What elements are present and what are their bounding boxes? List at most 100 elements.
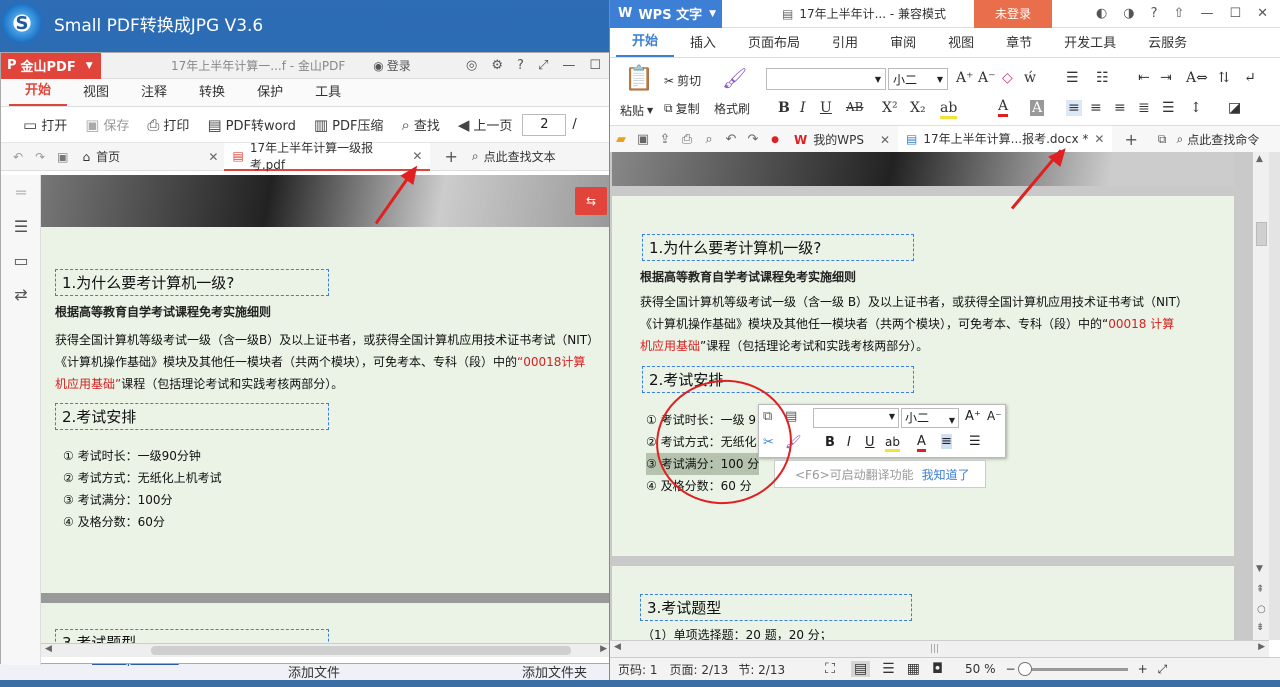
clear-format-icon[interactable]: ◇ [1002, 70, 1013, 86]
line-spacing-icon[interactable]: ☰ [969, 434, 981, 449]
decrease-indent-icon[interactable]: ⇤ [1138, 70, 1150, 86]
sort-icon[interactable]: ⇅ [1218, 70, 1230, 86]
minimize-icon[interactable]: — [1200, 6, 1213, 21]
prev-page-button[interactable]: ◀ 上一页 [450, 115, 521, 135]
char-shading-icon[interactable]: A [1030, 100, 1045, 116]
scroll-thumb[interactable] [151, 646, 571, 655]
subscript-icon[interactable]: X₂ [910, 100, 926, 116]
export-pdf-icon[interactable]: ⇪ [654, 132, 676, 147]
find-button[interactable]: ⌕ 查找 [393, 115, 447, 135]
save-small-icon[interactable]: ▣ [51, 150, 74, 164]
bullet-list-icon[interactable]: ☰ [1066, 70, 1079, 86]
kpdf-tab-protect[interactable]: 保护 [241, 81, 299, 106]
open-icon[interactable]: ▰ [610, 132, 632, 147]
page-number-input[interactable]: 2 [522, 113, 567, 136]
kpdf-tab-start[interactable]: 开始 [9, 79, 68, 106]
strikethrough-icon[interactable]: AB [846, 100, 863, 114]
feedback-icon[interactable]: ◑ [1123, 6, 1134, 21]
shrink-font-icon[interactable]: A⁻ [978, 70, 996, 86]
wps-vertical-scrollbar[interactable]: ▲ ▼ ⇞ ○ ⇟ [1252, 152, 1269, 640]
wps-tab-chapter[interactable]: 章节 [990, 32, 1048, 57]
zoom-slider[interactable] [1017, 661, 1128, 676]
kpdf-tab-view[interactable]: 视图 [67, 81, 125, 106]
mini-font-size-select[interactable]: 小二 ▼ [901, 408, 959, 428]
wps-tab-insert[interactable]: 插入 [674, 32, 732, 57]
zoom-out-icon[interactable]: − [1006, 662, 1016, 676]
maximize-icon[interactable]: ☐ [1229, 6, 1241, 21]
distribute-icon[interactable]: ☰ [1162, 100, 1175, 116]
scroll-right-icon[interactable]: ▶ [1258, 642, 1265, 652]
show-marks-icon[interactable]: ↵ [1244, 70, 1256, 86]
wps-tab-start[interactable]: 开始 [616, 30, 675, 57]
font-color-icon[interactable]: A [998, 98, 1009, 117]
skin-icon[interactable]: ◐ [1096, 6, 1107, 21]
redo-icon[interactable]: ↷ [742, 132, 764, 147]
pdf-to-word-button[interactable]: ▤ PDF转word [199, 115, 303, 135]
close-icon[interactable]: ✕ [1094, 132, 1104, 146]
outline-view-icon[interactable]: ☰ [882, 661, 895, 677]
thumbnail-icon[interactable]: ▭ [1, 243, 41, 277]
close-icon[interactable]: ✕ [208, 150, 218, 164]
command-search[interactable]: ⌕ 点此查找命令 [1176, 131, 1259, 148]
outline-icon[interactable]: ☰ [1, 209, 41, 243]
open-button[interactable]: ▭ 打开 [15, 115, 75, 135]
wps-tab-view[interactable]: 视图 [932, 32, 990, 57]
page-view-icon[interactable]: ▤ [850, 661, 871, 677]
tab-list-icon[interactable]: ⧉ [1158, 132, 1167, 147]
align-left-icon[interactable]: ≡ [1066, 100, 1082, 116]
scroll-left-icon[interactable]: ◀ [614, 642, 621, 652]
fullscreen-icon[interactable]: ⤢ [538, 58, 548, 73]
more-icon[interactable]: ● [764, 135, 786, 145]
undo-icon[interactable]: ↶ [1, 150, 29, 164]
wps-tab-cloud[interactable]: 云服务 [1132, 32, 1203, 57]
wps-tab-review[interactable]: 审阅 [874, 32, 932, 57]
scroll-right-icon[interactable]: ▶ [600, 644, 607, 654]
pdf-compress-button[interactable]: ▥ PDF压缩 [306, 115, 392, 135]
document-page-2[interactable]: 3.考试题型 （1）单项选择题：20 题，20 分； [612, 566, 1234, 640]
underline-icon[interactable]: U [820, 100, 832, 116]
print-icon[interactable]: ⎙ [676, 132, 698, 147]
justify-icon[interactable]: ≣ [1138, 100, 1150, 116]
scroll-up-icon[interactable]: ▲ [1256, 154, 1263, 164]
shrink-font-icon[interactable]: A⁻ [987, 409, 1002, 423]
font-color-icon[interactable]: A [917, 434, 926, 452]
close-icon[interactable]: ✕ [412, 149, 422, 163]
scroll-grip-icon[interactable]: ||| [930, 644, 939, 654]
prev-page-icon[interactable]: ⇞ [1256, 584, 1264, 595]
find-text-search[interactable]: ⌕ 点此查找文本 [472, 148, 556, 165]
upload-icon[interactable]: ⇧ [1174, 6, 1185, 21]
fit-window-icon[interactable]: ⤢ [1158, 662, 1168, 677]
eye-protect-icon[interactable]: ◘ [932, 661, 943, 677]
minimize-icon[interactable]: — [562, 58, 575, 73]
preview-icon[interactable]: ⌕ [698, 132, 720, 147]
kpdf-tab-convert[interactable]: 转换 [183, 81, 241, 106]
skin-icon[interactable]: ◎ [466, 58, 477, 73]
new-tab-icon[interactable]: + [1112, 130, 1149, 149]
paragraph-shading-icon[interactable]: ◪ [1228, 100, 1241, 116]
tab-pdf-document[interactable]: ▤ 17年上半年计算一级报考.pdf ✕ [224, 141, 431, 172]
scroll-thumb[interactable] [1256, 222, 1267, 246]
next-page-icon[interactable]: ⇟ [1256, 622, 1264, 633]
save-button[interactable]: ▣ 保存 [77, 115, 137, 135]
highlight-icon[interactable]: ab [885, 435, 900, 452]
scroll-left-icon[interactable]: ◀ [45, 644, 52, 654]
zoom-level[interactable]: 50 % [965, 662, 996, 676]
cut-button[interactable]: ✂ 剪切 [664, 72, 701, 89]
undo-icon[interactable]: ↶ [720, 132, 742, 147]
brush-icon[interactable]: 🖌 [722, 66, 747, 90]
kpdf-login-button[interactable]: ◉ 登录 [373, 57, 411, 74]
new-tab-icon[interactable]: + [430, 147, 471, 166]
grow-font-icon[interactable]: A⁺ [965, 409, 981, 424]
format-brush-button[interactable]: 格式刷 [714, 100, 750, 117]
print-button[interactable]: ⎙ 打印 [139, 115, 197, 135]
wps-brand-menu[interactable]: W WPS 文字 ▼ [610, 0, 722, 28]
wps-tab-developer[interactable]: 开发工具 [1048, 32, 1132, 57]
wps-login-button[interactable]: 未登录 [974, 0, 1053, 28]
zoom-slider-handle[interactable] [1017, 661, 1032, 676]
bold-icon[interactable]: B [825, 435, 835, 450]
redo-icon[interactable]: ↷ [29, 150, 51, 164]
kpdf-tab-annotate[interactable]: 注释 [125, 81, 183, 106]
wps-horizontal-scrollbar[interactable]: ◀ ||| ▶ [610, 640, 1269, 657]
add-file-button[interactable]: 添加文件 [288, 662, 340, 681]
kpdf-tab-tools[interactable]: 工具 [299, 81, 357, 106]
